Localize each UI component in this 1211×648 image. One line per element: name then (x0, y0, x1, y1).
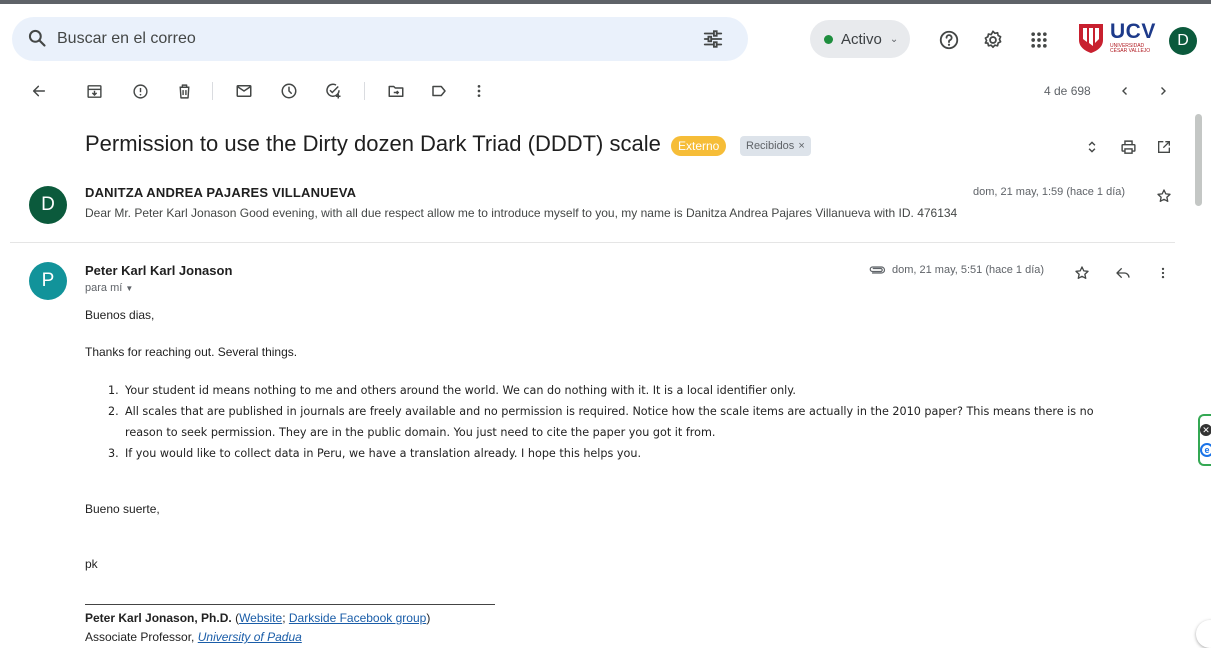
star-icon[interactable] (1153, 185, 1175, 207)
list-text: All scales that are published in journal… (125, 405, 1094, 418)
more-vert-icon[interactable] (468, 80, 490, 102)
side-extension-panel[interactable] (1198, 414, 1211, 466)
settings-gear-icon[interactable] (981, 28, 1005, 52)
open-in-new-window-icon[interactable] (1153, 136, 1175, 158)
recipient-details-toggle[interactable]: para mí ▼ (85, 282, 133, 294)
mark-unread-icon[interactable] (233, 80, 255, 102)
signature-separator: ; (282, 611, 286, 625)
archive-icon[interactable] (83, 80, 105, 102)
university-link[interactable]: University of Padua (198, 630, 302, 644)
expand-all-icon[interactable] (1081, 136, 1103, 158)
remove-label-icon[interactable]: × (798, 140, 804, 152)
signature-rule (85, 604, 495, 605)
signature-name-line: Peter Karl Jonason, Ph.D. (Website; Dark… (85, 611, 430, 625)
website-link[interactable]: Website (239, 611, 282, 625)
back-arrow-icon[interactable] (28, 80, 50, 102)
email-initials: pk (85, 557, 98, 571)
external-label-badge: Externo (671, 136, 727, 156)
status-dot (824, 34, 833, 44)
help-icon[interactable] (937, 28, 961, 52)
reply-icon[interactable] (1112, 262, 1134, 284)
facebook-group-link[interactable]: Darkside Facebook group (289, 611, 426, 625)
search-options-icon[interactable] (702, 28, 724, 50)
chevron-down-icon: ⌄ (889, 33, 899, 45)
message-date: dom, 21 may, 5:51 (hace 1 día) (892, 264, 1045, 276)
inbox-label-text: Recibidos (746, 140, 795, 152)
message-date: dom, 21 may, 1:59 (hace 1 día) (973, 186, 1126, 198)
side-panel-toggle-button[interactable] (1196, 620, 1211, 648)
delete-icon[interactable] (173, 80, 195, 102)
ucv-shield-logo (1079, 24, 1103, 53)
status-label: Activo (841, 30, 882, 48)
list-item: 2. All scales that are published in jour… (108, 401, 1188, 422)
email-greeting: Buenos dias, (85, 308, 155, 322)
chevron-down-icon: ▼ (125, 284, 134, 293)
organization-logo-text: UCV (1110, 20, 1156, 43)
pager-count: 4 de 698 (1044, 84, 1091, 98)
sender-avatar[interactable]: P (29, 262, 67, 300)
email-intro: Thanks for reaching out. Several things. (85, 345, 298, 359)
list-number: 2. (108, 405, 119, 418)
attachment-icon (869, 266, 886, 274)
list-text: If you would like to collect data in Per… (125, 447, 642, 460)
sender-avatar[interactable]: D (29, 186, 67, 224)
move-to-folder-icon[interactable] (385, 80, 407, 102)
report-spam-icon[interactable] (129, 80, 151, 102)
list-text: Your student id means nothing to me and … (125, 384, 796, 397)
message-divider (10, 242, 1175, 243)
thread-subject: Permission to use the Dirty dozen Dark T… (85, 131, 661, 156)
toolbar-divider (212, 82, 213, 100)
message-sender[interactable]: Peter Karl Karl Jonason (85, 263, 232, 278)
previous-chevron-icon[interactable] (1114, 80, 1136, 102)
search-input[interactable]: Buscar en el correo (57, 30, 196, 48)
message-sender[interactable]: DANITZA ANDREA PAJARES VILLANUEVA (85, 185, 356, 200)
star-icon[interactable] (1071, 262, 1093, 284)
organization-logo-subtext: UNIVERSIDAD CÉSAR VALLEJO (1110, 43, 1151, 54)
email-numbered-list: 1. Your student id means nothing to me a… (108, 380, 1188, 464)
close-icon[interactable]: ✕ (1200, 424, 1211, 436)
label-icon[interactable] (428, 80, 450, 102)
next-chevron-icon[interactable] (1152, 80, 1174, 102)
toolbar-divider (364, 82, 365, 100)
print-icon[interactable] (1117, 136, 1139, 158)
snooze-icon[interactable] (278, 80, 300, 102)
more-vert-icon[interactable] (1152, 262, 1174, 284)
window-top-border (0, 0, 1211, 4)
signature-name: Peter Karl Jonason, Ph.D. (85, 611, 232, 625)
list-item: 1. Your student id means nothing to me a… (108, 380, 1188, 401)
email-closing: Bueno suerte, (85, 502, 160, 516)
list-number: 1. (108, 384, 119, 397)
extension-icon[interactable]: e (1200, 443, 1211, 457)
signature-role: Associate Professor, (85, 630, 195, 644)
inbox-label-chip[interactable]: Recibidos × (740, 136, 811, 156)
list-number: 3. (108, 447, 119, 460)
recipient-text: para mí (85, 282, 123, 294)
search-icon[interactable] (27, 28, 47, 48)
signature-role-line: Associate Professor, University of Padua (85, 630, 302, 644)
add-task-icon[interactable] (322, 80, 344, 102)
scrollbar-thumb[interactable] (1195, 114, 1202, 206)
list-item: 3. If you would like to collect data in … (108, 443, 1188, 464)
message-snippet[interactable]: Dear Mr. Peter Karl Jonason Good evening… (85, 206, 957, 220)
account-avatar[interactable]: D (1169, 27, 1197, 55)
apps-grid-icon[interactable] (1027, 28, 1051, 52)
status-selector[interactable]: Activo ⌄ (810, 20, 910, 58)
signature-close-paren: ) (426, 611, 431, 625)
list-item-continuation: reason to seek permission. They are in t… (125, 426, 716, 439)
